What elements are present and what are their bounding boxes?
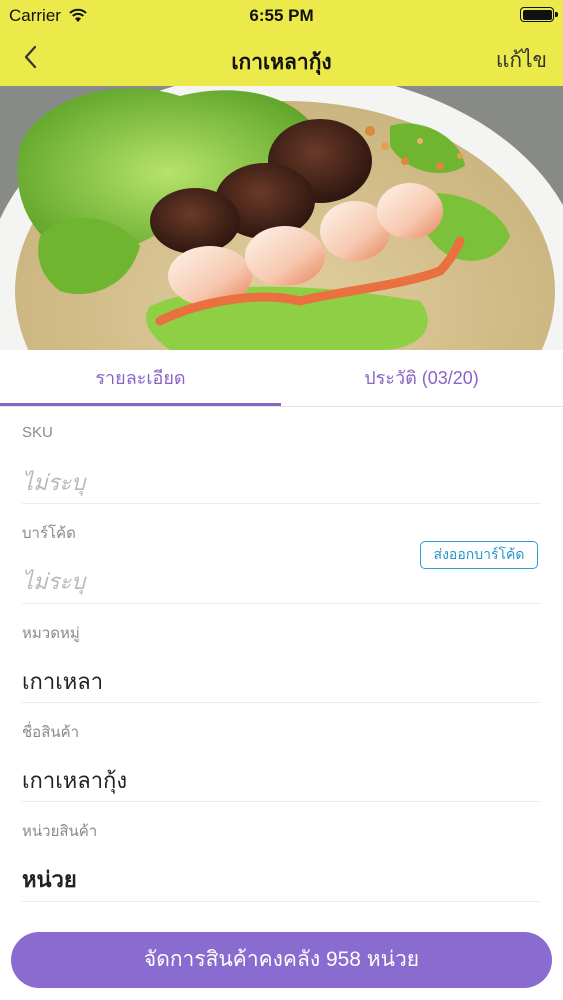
barcode-label: บาร์โค้ด (22, 525, 76, 542)
sku-field: SKU ไม่ระบุ (22, 407, 541, 504)
tab-bar: รายละเอียด ประวัติ (03/20) (0, 350, 563, 407)
unit-field: หน่วยสินค้า หน่วย (22, 802, 541, 902)
product-image (0, 86, 563, 350)
status-bar: Carrier 6:55 PM (0, 0, 563, 30)
category-value: เกาเหลา (22, 669, 104, 694)
page-title: เกาเหลากุ้ง (231, 51, 332, 74)
tab-history[interactable]: ประวัติ (03/20) (281, 350, 562, 407)
product-name-label: ชื่อสินค้า (22, 724, 80, 741)
edit-button[interactable]: แก้ไข (496, 44, 547, 77)
unit-label: หน่วยสินค้า (22, 823, 98, 840)
navigation-bar: เกาเหลากุ้ง แก้ไข (0, 30, 563, 86)
top-bar: Carrier 6:55 PM เกาเหลากุ้ง แก้ไข (0, 0, 563, 86)
unit-value: หน่วย (22, 867, 77, 892)
category-label: หมวดหมู่ (22, 625, 80, 642)
product-name-value: เกาเหลากุ้ง (22, 768, 128, 793)
sku-value: ไม่ระบุ (22, 470, 86, 495)
barcode-value: ไม่ระบุ (22, 569, 86, 594)
active-tab-indicator (0, 403, 281, 406)
clock: 6:55 PM (249, 6, 314, 25)
export-barcode-button[interactable]: ส่งออกบาร์โค้ด (420, 541, 538, 569)
battery-icon (520, 7, 558, 22)
category-field: หมวดหมู่ เกาเหลา (22, 604, 541, 703)
product-name-field: ชื่อสินค้า เกาเหลากุ้ง (22, 703, 541, 802)
sku-label: SKU (22, 424, 53, 441)
tab-details[interactable]: รายละเอียด (0, 350, 281, 407)
manage-inventory-button[interactable]: จัดการสินค้าคงคลัง 958 หน่วย (11, 932, 552, 988)
